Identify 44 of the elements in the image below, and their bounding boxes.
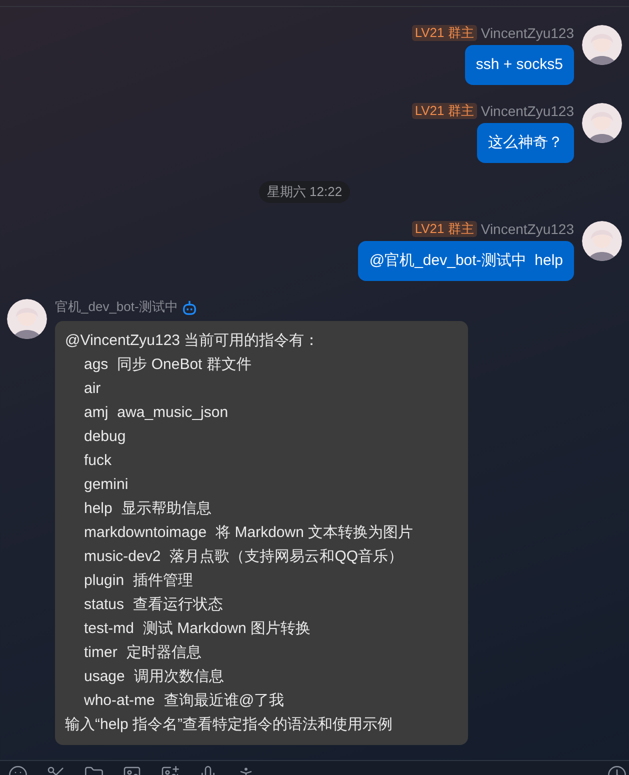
command-description: 同步 OneBot 群文件 [117,355,252,375]
command-description: 查询最近谁@了我 [164,691,284,711]
command-name: plugin [84,571,124,591]
command-name: ags [84,355,108,375]
command-name: status [84,595,124,615]
command-description: 落月点歌（支持网易云和QQ音乐） [170,547,404,567]
sender-name: VincentZyu123 [480,103,574,119]
command-name: usage [84,667,125,687]
avatar[interactable] [582,25,622,65]
level-badge: LV21 群主 [412,221,477,237]
command-name: air [84,379,101,399]
sender-name: 官机_dev_bot-测试中 [55,299,178,315]
level-badge: LV21 群主 [412,103,477,119]
command-name: markdowntoimage [84,523,207,543]
command-name: who-at-me [84,691,155,711]
command-name: timer [84,643,118,663]
message-bubble: ssh + socks5 [464,45,574,85]
avatar[interactable] [7,299,47,339]
command-name: fuck [84,451,112,471]
command-description: 显示帮助信息 [121,499,212,519]
command-description: 调用次数信息 [134,667,224,687]
message-text: 输入“help 指令名”查看特定指令的语法和使用示例 [65,715,394,735]
level-badge: LV21 群主 [412,25,477,41]
timestamp: 星期六 12:22 [258,181,350,203]
robot-icon [182,300,197,314]
command-name: music-dev2 [84,547,161,567]
message-text: @VincentZyu123 当前可用的指令有： [65,331,320,351]
command-name: test-md [84,619,134,639]
command-description: 定时器信息 [126,643,202,663]
message-bubble: 这么神奇？ [477,123,574,163]
command-description: 将 Markdown 文本转换为图片 [216,523,414,543]
avatar[interactable] [582,221,622,261]
command-description: 插件管理 [133,571,194,591]
message-bubble: @官机_dev_bot-测试中 help [358,241,574,281]
command-description: awa_music_json [117,403,228,423]
avatar[interactable] [582,103,622,143]
sender-name: VincentZyu123 [480,221,574,237]
command-name: help [84,499,112,519]
command-name: gemini [84,475,128,495]
command-description: 查看运行状态 [133,595,224,615]
command-description: 测试 Markdown 图片转换 [143,619,311,639]
command-name: amj [84,403,108,423]
command-name: debug [84,427,126,447]
sender-name: VincentZyu123 [480,25,574,41]
